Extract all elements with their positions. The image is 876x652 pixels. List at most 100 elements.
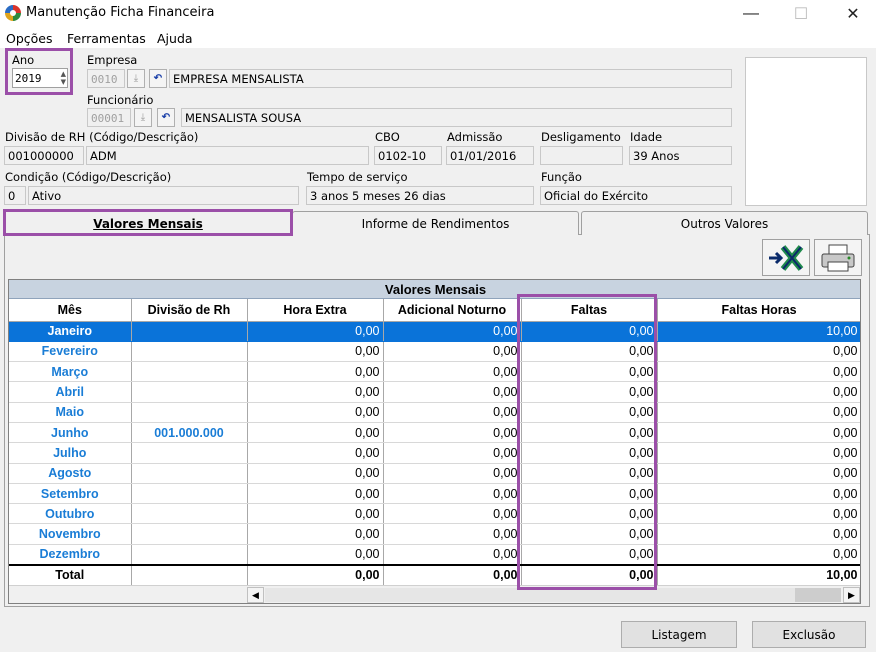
scroll-left-arrow[interactable]: ◀: [247, 587, 264, 603]
maximize-button[interactable]: ☐: [778, 0, 824, 28]
undo-icon[interactable]: ↶: [157, 108, 175, 127]
hora-extra-cell[interactable]: 0,00: [247, 544, 384, 566]
col-faltas-horas[interactable]: Faltas Horas: [657, 299, 860, 322]
menu-ajuda[interactable]: Ajuda: [157, 31, 193, 46]
print-button[interactable]: [814, 239, 862, 276]
divisao-cell[interactable]: [131, 402, 248, 423]
mes-cell[interactable]: Setembro: [9, 483, 132, 505]
adicional-noturno-cell[interactable]: 0,00: [383, 523, 522, 545]
faltas-horas-cell[interactable]: 0,00: [657, 523, 860, 545]
divisao-cell[interactable]: [131, 483, 248, 505]
faltas-horas-cell[interactable]: 0,00: [657, 483, 860, 505]
faltas-horas-cell[interactable]: 0,00: [657, 544, 860, 566]
mes-cell[interactable]: Junho: [9, 422, 132, 444]
table-row[interactable]: Maio 0,00 0,00 0,00 0,00: [9, 402, 860, 423]
mes-cell[interactable]: Março: [9, 361, 132, 383]
divisao-cell[interactable]: [131, 503, 248, 525]
mes-cell[interactable]: Novembro: [9, 523, 132, 545]
hora-extra-cell[interactable]: 0,00: [247, 442, 384, 464]
adicional-noturno-cell[interactable]: 0,00: [383, 321, 522, 342]
mes-cell[interactable]: Janeiro: [9, 321, 132, 342]
undo-icon[interactable]: ↶: [149, 69, 167, 88]
close-button[interactable]: ✕: [830, 0, 876, 28]
mes-cell[interactable]: Outubro: [9, 503, 132, 525]
table-row[interactable]: Setembro 0,00 0,00 0,00 0,00: [9, 483, 860, 505]
divisao-cell[interactable]: [131, 442, 248, 464]
listagem-button[interactable]: Listagem: [621, 621, 737, 648]
mes-cell[interactable]: Julho: [9, 442, 132, 464]
divisao-cell[interactable]: [131, 463, 248, 484]
divisao-cell[interactable]: 001.000.000: [131, 422, 248, 444]
mes-cell[interactable]: Agosto: [9, 463, 132, 484]
hora-extra-cell[interactable]: 0,00: [247, 361, 384, 383]
table-row[interactable]: Fevereiro 0,00 0,00 0,00 0,00: [9, 341, 860, 363]
faltas-horas-cell[interactable]: 0,00: [657, 422, 860, 444]
menu-opcoes[interactable]: Opções: [6, 31, 53, 46]
table-row[interactable]: Janeiro 0,00 0,00 0,00 10,00: [9, 321, 860, 342]
hora-extra-cell[interactable]: 0,00: [247, 402, 384, 423]
table-row[interactable]: Agosto 0,00 0,00 0,00 0,00: [9, 463, 860, 484]
col-adicional-noturno[interactable]: Adicional Noturno: [383, 299, 522, 322]
export-excel-button[interactable]: [762, 239, 810, 276]
funcionario-code-field[interactable]: 00001: [87, 108, 131, 127]
hora-extra-cell[interactable]: 0,00: [247, 503, 384, 525]
adicional-noturno-cell[interactable]: 0,00: [383, 463, 522, 484]
download-icon[interactable]: ⤓: [134, 108, 152, 127]
col-mes[interactable]: Mês: [9, 299, 132, 322]
faltas-horas-cell[interactable]: 0,00: [657, 442, 860, 464]
adicional-noturno-cell[interactable]: 0,00: [383, 422, 522, 444]
col-divisao[interactable]: Divisão de Rh: [131, 299, 248, 322]
divisao-cell[interactable]: [131, 321, 248, 342]
col-hora-extra[interactable]: Hora Extra: [247, 299, 384, 322]
horizontal-scrollbar[interactable]: ◀ ▶: [9, 585, 860, 603]
hora-extra-cell[interactable]: 0,00: [247, 422, 384, 444]
adicional-noturno-cell[interactable]: 0,00: [383, 503, 522, 525]
mes-cell[interactable]: Dezembro: [9, 544, 132, 566]
hora-extra-cell[interactable]: 0,00: [247, 463, 384, 484]
divisao-cell[interactable]: [131, 341, 248, 363]
table-row[interactable]: Abril 0,00 0,00 0,00 0,00: [9, 381, 860, 403]
faltas-horas-cell[interactable]: 0,00: [657, 503, 860, 525]
download-icon[interactable]: ⤓: [127, 69, 145, 88]
divisao-cell[interactable]: [131, 381, 248, 403]
faltas-horas-cell[interactable]: 0,00: [657, 341, 860, 363]
mes-cell[interactable]: Abril: [9, 381, 132, 403]
hora-extra-cell[interactable]: 0,00: [247, 523, 384, 545]
table-row[interactable]: Dezembro 0,00 0,00 0,00 0,00: [9, 544, 860, 566]
table-row[interactable]: Julho 0,00 0,00 0,00 0,00: [9, 442, 860, 464]
divisao-cell[interactable]: [131, 523, 248, 545]
divisao-cell[interactable]: [131, 544, 248, 566]
adicional-noturno-cell[interactable]: 0,00: [383, 341, 522, 363]
scroll-thumb[interactable]: [795, 588, 841, 602]
adicional-noturno-cell[interactable]: 0,00: [383, 544, 522, 566]
faltas-horas-cell[interactable]: 0,00: [657, 402, 860, 423]
adicional-noturno-cell[interactable]: 0,00: [383, 442, 522, 464]
tab-informe-rendimentos[interactable]: Informe de Rendimentos: [292, 211, 579, 235]
mes-cell[interactable]: Fevereiro: [9, 341, 132, 363]
menu-ferramentas[interactable]: Ferramentas: [67, 31, 146, 46]
table-row[interactable]: Outubro 0,00 0,00 0,00 0,00: [9, 503, 860, 525]
scroll-track[interactable]: [265, 588, 795, 602]
hora-extra-cell[interactable]: 0,00: [247, 321, 384, 342]
faltas-horas-cell[interactable]: 0,00: [657, 381, 860, 403]
table-row[interactable]: Junho 001.000.000 0,00 0,00 0,00 0,00: [9, 422, 860, 444]
hora-extra-cell[interactable]: 0,00: [247, 483, 384, 505]
minimize-button[interactable]: —: [728, 0, 774, 28]
table-row[interactable]: Novembro 0,00 0,00 0,00 0,00: [9, 523, 860, 545]
adicional-noturno-cell[interactable]: 0,00: [383, 402, 522, 423]
mes-cell[interactable]: Maio: [9, 402, 132, 423]
tab-outros-valores[interactable]: Outros Valores: [581, 211, 868, 235]
divisao-cell[interactable]: [131, 361, 248, 383]
table-row[interactable]: Março 0,00 0,00 0,00 0,00: [9, 361, 860, 383]
hora-extra-cell[interactable]: 0,00: [247, 341, 384, 363]
ano-spinner[interactable]: 2019 ▲ ▼: [12, 68, 68, 88]
spin-arrows-icon[interactable]: ▲ ▼: [61, 70, 66, 86]
empresa-code-field[interactable]: 0010: [87, 69, 125, 88]
hora-extra-cell[interactable]: 0,00: [247, 381, 384, 403]
adicional-noturno-cell[interactable]: 0,00: [383, 381, 522, 403]
exclusao-button[interactable]: Exclusão: [752, 621, 866, 648]
faltas-horas-cell[interactable]: 0,00: [657, 361, 860, 383]
faltas-horas-cell[interactable]: 0,00: [657, 463, 860, 484]
adicional-noturno-cell[interactable]: 0,00: [383, 361, 522, 383]
adicional-noturno-cell[interactable]: 0,00: [383, 483, 522, 505]
